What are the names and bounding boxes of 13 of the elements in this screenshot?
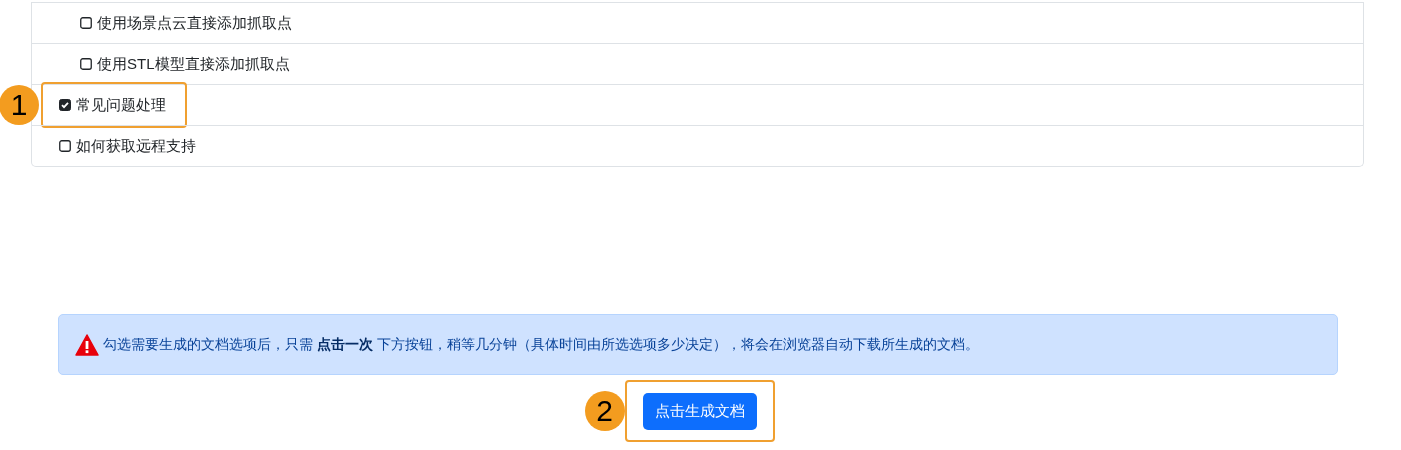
warning-icon: [75, 333, 99, 356]
generate-document-button[interactable]: 点击生成文档: [642, 392, 757, 430]
checklist-label: 常见问题处理: [76, 94, 166, 115]
checkbox[interactable]: [80, 58, 92, 70]
alert-message: 勾选需要生成的文档选项后，只需 点击一次 下方按钮，稍等几分钟（具体时间由所选选项多少决定），将会在浏览器自动下载所生成的文档。: [103, 335, 979, 354]
checkbox[interactable]: [59, 140, 71, 152]
checklist-label: 使用STL模型直接添加抓取点: [97, 53, 290, 74]
checklist-label: 如何获取远程支持: [76, 135, 196, 156]
callout-number: 1: [0, 85, 39, 125]
callout-number: 2: [584, 391, 625, 431]
checkbox[interactable]: [80, 17, 92, 29]
checklist-label: 使用场景点云直接添加抓取点: [97, 12, 292, 33]
checked-checkbox[interactable]: [59, 99, 71, 111]
